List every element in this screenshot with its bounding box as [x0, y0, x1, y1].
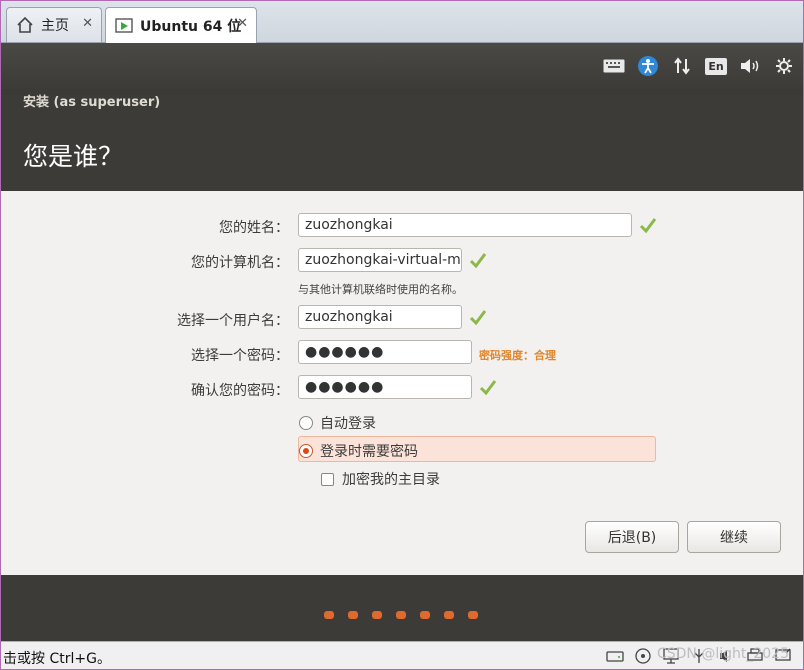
name-input[interactable]: zuozhongkai	[298, 213, 632, 237]
indicator-area: En	[603, 55, 795, 77]
password-label: 选择一个密码：	[191, 348, 289, 364]
username-label: 选择一个用户名：	[177, 313, 289, 329]
user-form: 您的姓名： zuozhongkai 您的计算机名： zuozhongkai-vi…	[1, 191, 803, 575]
vm-screen: En 安装 (as superuser) 您是谁？ 您的姓名： zuozhong…	[1, 43, 803, 641]
accessibility-icon[interactable]	[637, 55, 659, 77]
auto-login-option[interactable]: 自动登录	[299, 413, 376, 433]
back-button[interactable]: 后退(B)	[585, 521, 679, 553]
progress-dot	[468, 611, 478, 619]
keyboard-icon[interactable]	[603, 55, 625, 77]
auto-login-radio[interactable]	[299, 416, 313, 430]
tab-ubuntu-label: Ubuntu 64 位	[140, 18, 242, 35]
continue-button[interactable]: 继续	[687, 521, 781, 553]
password-input[interactable]: ●●●●●●	[298, 340, 472, 364]
keyboard-layout-icon[interactable]: En	[705, 55, 727, 77]
status-text: 击或按 Ctrl+G。	[3, 651, 111, 667]
tab-bar: 主页 ✕ Ubuntu 64 位 ✕	[1, 1, 803, 43]
page-title: 您是谁？	[23, 142, 124, 171]
cd-rom-icon[interactable]	[633, 646, 653, 666]
progress-dots	[324, 611, 478, 619]
require-password-label: 登录时需要密码	[320, 444, 418, 460]
close-icon[interactable]: ✕	[82, 16, 93, 31]
progress-dot	[420, 611, 430, 619]
hard-disk-icon[interactable]	[605, 646, 625, 666]
username-input[interactable]: zuozhongkai	[298, 305, 462, 329]
progress-dot	[444, 611, 454, 619]
auto-login-label: 自动登录	[320, 416, 376, 432]
encrypt-home-label: 加密我的主目录	[342, 472, 440, 488]
tab-ubuntu[interactable]: Ubuntu 64 位 ✕	[105, 7, 257, 43]
encrypt-home-option[interactable]: 加密我的主目录	[321, 469, 440, 489]
computer-name-input[interactable]: zuozhongkai-virtual-m	[298, 248, 462, 272]
check-icon	[469, 253, 487, 269]
status-bar: 击或按 Ctrl+G。 CSDN @light_2025	[1, 641, 803, 669]
check-icon	[639, 218, 657, 234]
tab-home-label: 主页	[41, 18, 69, 34]
require-password-radio[interactable]	[299, 444, 313, 458]
password-strength: 密码强度：合理	[479, 349, 556, 362]
tab-home[interactable]: 主页 ✕	[6, 7, 102, 42]
confirm-password-input[interactable]: ●●●●●●	[298, 375, 472, 399]
progress-dot	[396, 611, 406, 619]
installer-footer	[1, 575, 803, 641]
check-icon	[479, 380, 497, 396]
vm-play-icon	[114, 16, 134, 36]
installer-subtitle: 安装 (as superuser)	[23, 95, 161, 110]
progress-dot	[372, 611, 382, 619]
name-label: 您的姓名：	[219, 220, 289, 236]
progress-dot	[324, 611, 334, 619]
volume-icon[interactable]	[739, 55, 761, 77]
progress-dot	[348, 611, 358, 619]
require-password-option[interactable]: 登录时需要密码	[299, 441, 418, 461]
installer-header: 安装 (as superuser) 您是谁？	[1, 95, 803, 191]
network-icon[interactable]	[671, 55, 693, 77]
confirm-password-label: 确认您的密码：	[191, 383, 289, 399]
watermark: CSDN @light_2025	[656, 646, 789, 662]
settings-gear-icon[interactable]	[773, 55, 795, 77]
top-panel: En	[1, 43, 803, 95]
computer-name-label: 您的计算机名：	[191, 255, 289, 271]
encrypt-home-checkbox[interactable]	[321, 472, 334, 486]
close-icon[interactable]: ✕	[237, 16, 248, 31]
computer-name-hint: 与其他计算机联络时使用的名称。	[298, 283, 463, 296]
vmware-window: 主页 ✕ Ubuntu 64 位 ✕ En 安装 (as superuser) …	[0, 0, 804, 670]
home-icon	[15, 15, 35, 35]
check-icon	[469, 310, 487, 326]
keyboard-layout-label: En	[705, 57, 727, 75]
